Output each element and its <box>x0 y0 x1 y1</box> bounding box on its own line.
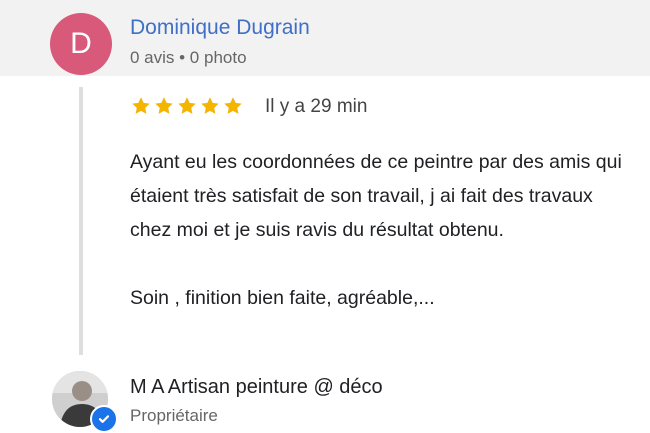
owner-name[interactable]: M A Artisan peinture @ déco <box>130 376 383 399</box>
review-paragraph: Ayant eu les coordonnées de ce peintre p… <box>130 151 622 241</box>
thread-line <box>79 87 83 355</box>
verified-check-icon <box>90 405 118 433</box>
star-icon <box>201 97 219 114</box>
star-icon <box>224 97 242 114</box>
reviewer-initial: D <box>70 27 92 60</box>
star-icon <box>132 97 150 114</box>
reviewer-name[interactable]: Dominique Dugrain <box>130 16 310 40</box>
review-text: Ayant eu les coordonnées de ce peintre p… <box>130 145 630 315</box>
star-rating <box>130 95 245 117</box>
review-paragraph: Soin , finition bien faite, agréable,... <box>130 287 435 309</box>
review-time: Il y a 29 min <box>265 96 368 117</box>
star-icon <box>155 97 173 114</box>
star-icon <box>178 97 196 114</box>
reviewer-avatar[interactable]: D <box>50 13 112 75</box>
reviewer-meta: 0 avis • 0 photo <box>130 48 247 67</box>
owner-role: Propriétaire <box>130 406 218 425</box>
